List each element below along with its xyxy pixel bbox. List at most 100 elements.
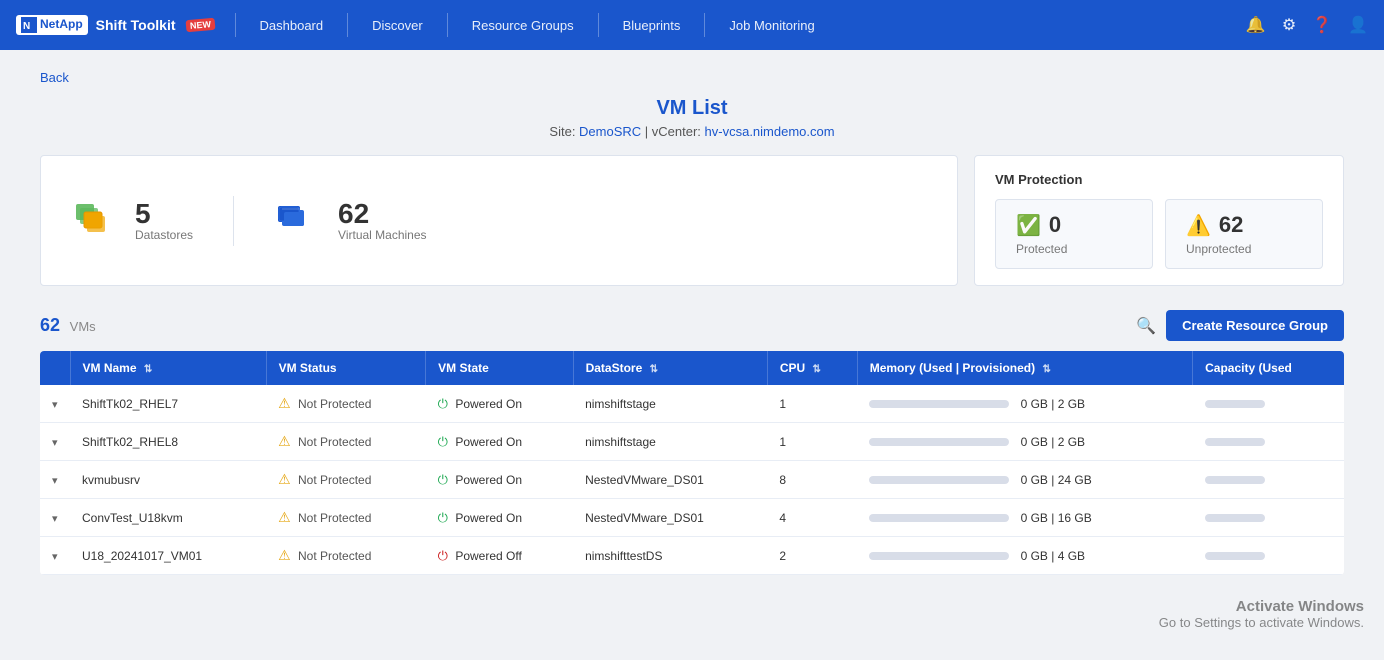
back-link[interactable]: Back <box>40 70 69 85</box>
vms-count: 62 <box>338 200 427 228</box>
vm-name-cell: ConvTest_U18kvm <box>70 499 266 537</box>
protected-header: ✅ 0 <box>1016 212 1061 238</box>
unprotected-label: Unprotected <box>1186 242 1251 256</box>
vms-text: 62 Virtual Machines <box>338 200 427 242</box>
expand-cell: ▾ <box>40 537 70 575</box>
create-resource-group-button[interactable]: Create Resource Group <box>1166 310 1344 341</box>
table-row: ▾ ConvTest_U18kvm ⚠ Not Protected ⏻ Powe… <box>40 499 1344 537</box>
warning-icon: ⚠ <box>278 547 291 563</box>
datastores-stat: 5 Datastores <box>71 196 193 246</box>
nav-discover[interactable]: Discover <box>360 18 435 33</box>
expand-cell: ▾ <box>40 461 70 499</box>
warning-icon: ⚠ <box>278 395 291 411</box>
expand-button[interactable]: ▾ <box>52 399 58 411</box>
memory-cell: 0 GB | 16 GB <box>857 499 1192 537</box>
datastores-count: 5 <box>135 200 193 228</box>
memory-bar <box>869 552 1009 560</box>
shield-green-icon: ✅ <box>1016 213 1041 238</box>
vm-state-cell: ⏻ Powered Off <box>426 537 573 575</box>
powered-on-icon: ⏻ <box>438 396 448 411</box>
protection-card: VM Protection ✅ 0 Protected ⚠️ 62 Unprot… <box>974 155 1344 286</box>
state-label: Powered On <box>455 435 522 449</box>
vm-name-cell: ShiftTk02_RHEL8 <box>70 423 266 461</box>
memory-value: 0 GB | 2 GB <box>1021 435 1085 449</box>
datastore-cell: nimshiftstage <box>573 423 767 461</box>
sort-datastore[interactable]: ⇅ <box>650 364 658 375</box>
datastore-cell: NestedVMware_DS01 <box>573 461 767 499</box>
vm-count-label: VMs <box>70 319 96 334</box>
powered-on-icon: ⏻ <box>438 434 448 449</box>
col-cpu[interactable]: CPU ⇅ <box>767 351 857 385</box>
vm-state-cell: ⏻ Powered On <box>426 499 573 537</box>
col-datastore[interactable]: DataStore ⇅ <box>573 351 767 385</box>
capacity-bar <box>1205 476 1265 484</box>
col-vm-name[interactable]: VM Name ⇅ <box>70 351 266 385</box>
vm-status-cell: ⚠ Not Protected <box>266 423 426 461</box>
navbar-right: 🔔 ⚙ ❓ 👤 <box>1246 15 1368 35</box>
memory-value: 0 GB | 4 GB <box>1021 549 1085 563</box>
activate-windows-watermark: Activate Windows Go to Settings to activ… <box>1159 598 1364 630</box>
sort-cpu[interactable]: ⇅ <box>813 364 821 375</box>
cpu-cell: 1 <box>767 385 857 423</box>
help-icon[interactable]: ❓ <box>1312 15 1332 35</box>
svg-text:N: N <box>23 21 30 32</box>
memory-value: 0 GB | 2 GB <box>1021 397 1085 411</box>
state-label: Powered On <box>455 397 522 411</box>
nav-divider-2 <box>347 13 348 37</box>
gear-icon[interactable]: ⚙ <box>1282 15 1296 35</box>
site-label: Site: <box>549 124 579 139</box>
vcenter-label: | vCenter: <box>645 124 705 139</box>
powered-on-icon: ⏻ <box>438 472 448 487</box>
vm-table: VM Name ⇅ VM Status VM State DataStore ⇅… <box>40 351 1344 575</box>
sort-vm-name[interactable]: ⇅ <box>144 364 152 375</box>
nav-dashboard[interactable]: Dashboard <box>248 18 336 33</box>
datastore-cell: nimshifttestDS <box>573 537 767 575</box>
vm-status-cell: ⚠ Not Protected <box>266 499 426 537</box>
col-vm-state: VM State <box>426 351 573 385</box>
vm-state-cell: ⏻ Powered On <box>426 385 573 423</box>
nav-resource-groups[interactable]: Resource Groups <box>460 18 586 33</box>
col-vm-status: VM Status <box>266 351 426 385</box>
datastores-text: 5 Datastores <box>135 200 193 242</box>
col-capacity: Capacity (Used <box>1193 351 1344 385</box>
memory-cell: 0 GB | 2 GB <box>857 423 1192 461</box>
memory-bar <box>869 400 1009 408</box>
memory-cell: 0 GB | 24 GB <box>857 461 1192 499</box>
not-protected-label: Not Protected <box>298 549 371 563</box>
state-label: Powered On <box>455 473 522 487</box>
not-protected-label: Not Protected <box>298 511 371 525</box>
toolkit-name: Shift Toolkit <box>96 17 176 33</box>
nav-divider-3 <box>447 13 448 37</box>
vm-name-cell: kvmubusrv <box>70 461 266 499</box>
expand-button[interactable]: ▾ <box>52 551 58 563</box>
expand-button[interactable]: ▾ <box>52 475 58 487</box>
cpu-cell: 8 <box>767 461 857 499</box>
expand-button[interactable]: ▾ <box>52 437 58 449</box>
capacity-cell <box>1193 385 1344 423</box>
sort-memory[interactable]: ⇅ <box>1042 364 1050 375</box>
protected-label: Protected <box>1016 242 1067 256</box>
expand-button[interactable]: ▾ <box>52 513 58 525</box>
user-icon[interactable]: 👤 <box>1348 15 1368 35</box>
bell-icon[interactable]: 🔔 <box>1246 15 1266 35</box>
table-header-row: 62 VMs 🔍 Create Resource Group <box>40 310 1344 341</box>
nav-blueprints[interactable]: Blueprints <box>611 18 693 33</box>
protected-count: 0 <box>1049 212 1061 238</box>
vm-name-cell: ShiftTk02_RHEL7 <box>70 385 266 423</box>
expand-cell: ▾ <box>40 499 70 537</box>
memory-value: 0 GB | 24 GB <box>1021 473 1092 487</box>
shield-yellow-icon: ⚠️ <box>1186 213 1211 238</box>
search-icon[interactable]: 🔍 <box>1136 316 1156 336</box>
table-row: ▾ kvmubusrv ⚠ Not Protected ⏻ Powered On… <box>40 461 1344 499</box>
datastore-icon <box>71 196 121 246</box>
page-subtitle: Site: DemoSRC | vCenter: hv-vcsa.nimdemo… <box>40 124 1344 139</box>
vm-count: 62 <box>40 315 60 335</box>
memory-bar <box>869 476 1009 484</box>
powered-off-icon: ⏻ <box>438 548 448 563</box>
nav-job-monitoring[interactable]: Job Monitoring <box>717 18 826 33</box>
col-expand <box>40 351 70 385</box>
col-memory[interactable]: Memory (Used | Provisioned) ⇅ <box>857 351 1192 385</box>
expand-cell: ▾ <box>40 385 70 423</box>
table-actions: 🔍 Create Resource Group <box>1136 310 1344 341</box>
vms-stat: 62 Virtual Machines <box>274 196 427 246</box>
